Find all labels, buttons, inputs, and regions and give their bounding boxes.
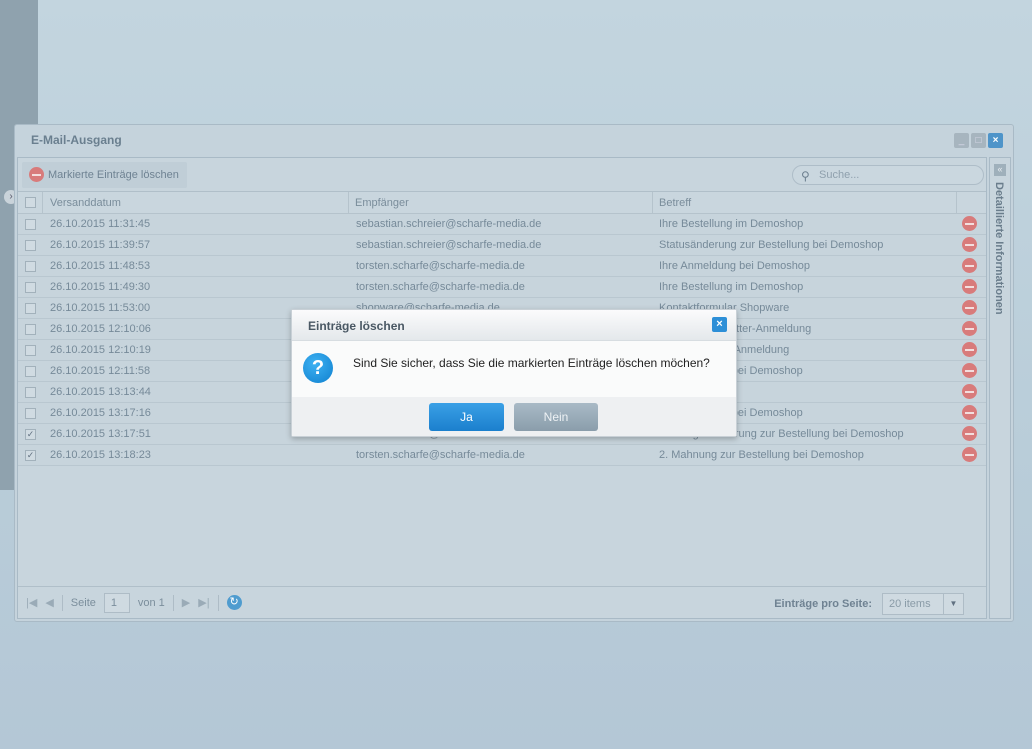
delete-row-icon[interactable] — [962, 342, 977, 357]
chevron-down-icon[interactable]: ▼ — [943, 594, 963, 614]
row-checkbox[interactable] — [25, 408, 36, 419]
dialog-message: Sind Sie sicher, dass Sie die markierten… — [353, 356, 710, 370]
page-input[interactable]: 1 — [103, 592, 130, 613]
delete-row-icon[interactable] — [962, 300, 977, 315]
column-header-subject[interactable]: Betreff — [652, 192, 956, 213]
row-checkbox[interactable] — [25, 345, 36, 356]
toolbar: Markierte Einträge löschen ⚲ Suche... — [18, 158, 986, 192]
delete-row-icon[interactable] — [962, 384, 977, 399]
page-count: von 1 — [137, 596, 165, 609]
row-checkbox[interactable] — [25, 282, 36, 293]
page-label: Seite — [70, 596, 96, 609]
first-page-icon[interactable]: |◀ — [26, 596, 37, 609]
per-page-select[interactable]: 20 items ▼ — [882, 593, 964, 615]
row-checkbox[interactable] — [25, 240, 36, 251]
cell-date: 26.10.2015 11:39:57 — [50, 239, 151, 251]
search-placeholder: Suche... — [819, 169, 860, 181]
detail-sidebar[interactable]: « Detaillierte Informationen — [989, 157, 1011, 619]
row-checkbox[interactable] — [25, 303, 36, 314]
row-checkbox[interactable] — [25, 387, 36, 398]
column-header-date[interactable]: Versanddatum — [42, 192, 348, 213]
dialog-title: Einträge löschen — [308, 319, 405, 333]
cell-subject: Statusänderung zur Bestellung bei Demosh… — [659, 239, 884, 251]
row-checkbox[interactable] — [25, 219, 36, 230]
select-all-checkbox[interactable] — [25, 197, 36, 208]
table-row[interactable]: ✓ 26.10.2015 13:18:23 torsten.scharfe@sc… — [18, 445, 986, 466]
row-checkbox[interactable] — [25, 261, 36, 272]
dialog-close-button[interactable]: × — [712, 317, 727, 332]
cell-recipient: sebastian.schreier@scharfe-media.de — [356, 239, 542, 251]
delete-row-icon[interactable] — [962, 258, 977, 273]
delete-row-icon[interactable] — [962, 321, 977, 336]
window-title: E-Mail-Ausgang — [31, 133, 122, 147]
collapse-icon[interactable]: « — [994, 164, 1006, 176]
cell-subject: 2. Mahnung zur Bestellung bei Demoshop — [659, 449, 864, 461]
delete-row-icon[interactable] — [962, 237, 977, 252]
prev-page-icon[interactable]: ◀ — [45, 596, 53, 609]
delete-row-icon[interactable] — [962, 279, 977, 294]
cell-subject: Ihre Bestellung im Demoshop — [659, 218, 804, 230]
row-checkbox[interactable]: ✓ — [25, 450, 36, 461]
pagination-toolbar: |◀ ◀ Seite 1 von 1 ▶ ▶| ↻ Einträge pro S… — [18, 586, 986, 618]
delete-row-icon[interactable] — [962, 363, 977, 378]
per-page-label: Einträge pro Seite: — [774, 598, 872, 610]
column-header-recipient[interactable]: Empfänger — [348, 192, 652, 213]
cell-date: 26.10.2015 11:49:30 — [50, 281, 151, 293]
grid-header: Versanddatum Empfänger Betreff — [18, 192, 986, 214]
sidebar-label: Detaillierte Informationen — [993, 182, 1005, 315]
per-page-value: 20 items — [889, 598, 931, 610]
table-row[interactable]: 26.10.2015 11:39:57 sebastian.schreier@s… — [18, 235, 986, 256]
delete-row-icon[interactable] — [962, 405, 977, 420]
confirm-dialog: Einträge löschen × ? Sind Sie sicher, da… — [291, 309, 737, 437]
table-row[interactable]: 26.10.2015 11:48:53 torsten.scharfe@scha… — [18, 256, 986, 277]
minimize-button[interactable]: _ — [954, 133, 969, 148]
yes-button[interactable]: Ja — [429, 403, 504, 431]
close-button[interactable]: × — [988, 133, 1003, 148]
cell-recipient: torsten.scharfe@scharfe-media.de — [356, 260, 525, 272]
delete-marked-button[interactable]: Markierte Einträge löschen — [22, 162, 187, 188]
delete-row-icon[interactable] — [962, 447, 977, 462]
row-checkbox[interactable] — [25, 324, 36, 335]
delete-row-icon[interactable] — [962, 216, 977, 231]
delete-row-icon[interactable] — [962, 426, 977, 441]
cell-subject: Ihre Anmeldung bei Demoshop — [659, 260, 811, 272]
cell-subject: Ihre Bestellung im Demoshop — [659, 281, 804, 293]
table-row[interactable]: 26.10.2015 11:31:45 sebastian.schreier@s… — [18, 214, 986, 235]
next-page-icon[interactable]: ▶ — [182, 596, 190, 609]
row-checkbox[interactable] — [25, 366, 36, 377]
last-page-icon[interactable]: ▶| — [198, 596, 209, 609]
cell-recipient: torsten.scharfe@scharfe-media.de — [356, 281, 525, 293]
question-icon: ? — [303, 353, 333, 383]
search-input[interactable]: ⚲ Suche... — [792, 165, 984, 185]
cell-date: 26.10.2015 11:31:45 — [50, 218, 151, 230]
table-row[interactable]: 26.10.2015 11:49:30 torsten.scharfe@scha… — [18, 277, 986, 298]
cell-recipient: torsten.scharfe@scharfe-media.de — [356, 449, 525, 461]
maximize-button[interactable]: □ — [971, 133, 986, 148]
no-button[interactable]: Nein — [514, 403, 598, 431]
cell-date: 26.10.2015 13:18:23 — [50, 449, 151, 461]
cell-date: 26.10.2015 11:48:53 — [50, 260, 151, 272]
refresh-icon[interactable]: ↻ — [226, 595, 242, 610]
search-icon: ⚲ — [801, 169, 810, 183]
cell-recipient: sebastian.schreier@scharfe-media.de — [356, 218, 542, 230]
row-checkbox[interactable]: ✓ — [25, 429, 36, 440]
delete-marked-label: Markierte Einträge löschen — [48, 169, 179, 181]
minus-icon — [29, 167, 44, 182]
